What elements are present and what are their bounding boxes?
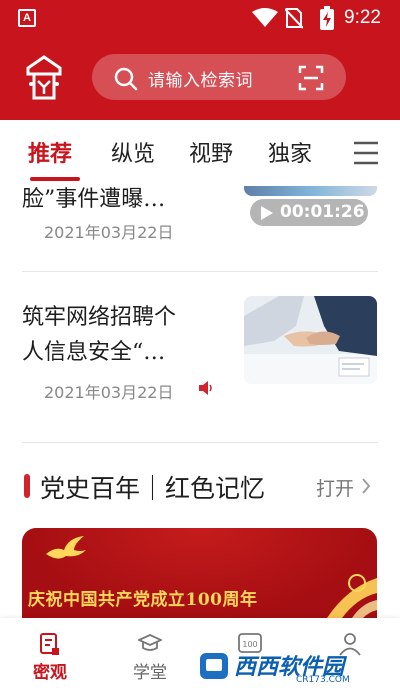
article-title[interactable]: 脸”事件遭曝… [22, 180, 165, 220]
article-thumbnail[interactable] [244, 296, 377, 384]
search-placeholder: 请输入检索词 [148, 71, 253, 91]
chevron-right-icon[interactable] [361, 478, 371, 494]
ribbon-decoration [327, 574, 377, 618]
app-header: A 9:22 请输入检索词 [0, 0, 400, 120]
search-bar[interactable]: 请输入检索词 [92, 54, 346, 100]
article-date: 2021年03月22日 [44, 223, 174, 242]
handshake-image [244, 296, 377, 384]
article-title-line2[interactable]: 人信息安全“… [22, 333, 165, 373]
status-bar: A 9:22 [0, 0, 400, 36]
no-sim-icon [285, 8, 303, 29]
nav-item-miguan[interactable]: 密观 [0, 618, 100, 700]
document-icon [40, 633, 59, 655]
speaker-icon[interactable] [198, 380, 216, 396]
watermark-subtext: CR173.COM [296, 675, 350, 685]
section-accent-bar [24, 474, 30, 498]
tab-recommend[interactable]: 推荐 [28, 136, 72, 168]
video-duration-badge: 00:01:26 [250, 199, 368, 226]
article-date: 2021年03月22日 [44, 383, 174, 402]
divider [22, 442, 378, 443]
battery-charging-icon [320, 6, 334, 30]
app-notification-icon: A [18, 9, 36, 27]
watermark-logo: 西西软件园 CR173.COM [198, 645, 388, 689]
video-thumbnail[interactable] [244, 186, 377, 196]
nav-label: 学堂 [133, 663, 167, 683]
clock: 9:22 [344, 7, 381, 28]
app-logo[interactable] [20, 54, 68, 102]
search-icon [114, 67, 138, 91]
scan-icon[interactable] [298, 65, 324, 91]
hamburger-icon[interactable] [352, 140, 380, 166]
banner-text: 庆祝中国共产党成立100周年 [28, 590, 258, 610]
wifi-icon [252, 8, 278, 27]
party-history-banner[interactable]: 庆祝中国共产党成立100周年 [22, 528, 377, 618]
nav-item-xuetang[interactable]: 学堂 [100, 618, 200, 700]
divider [22, 271, 378, 272]
tab-vision[interactable]: 视野 [189, 136, 233, 168]
watermark-icon [200, 653, 228, 679]
tab-overview[interactable]: 纵览 [111, 136, 155, 168]
nav-label: 密观 [33, 663, 67, 683]
tab-exclusive[interactable]: 独家 [268, 136, 312, 168]
article-title-line1[interactable]: 筑牢网络招聘个 [22, 298, 176, 338]
category-tabs: 推荐 纵览 视野 独家 [0, 120, 400, 186]
video-duration: 00:01:26 [280, 202, 365, 222]
section-title: 党史百年｜红色记忆 [40, 474, 266, 503]
section-open-link[interactable]: 打开 [316, 474, 354, 501]
dove-icon [46, 536, 86, 559]
graduation-cap-icon [138, 634, 162, 651]
play-icon [261, 206, 273, 220]
